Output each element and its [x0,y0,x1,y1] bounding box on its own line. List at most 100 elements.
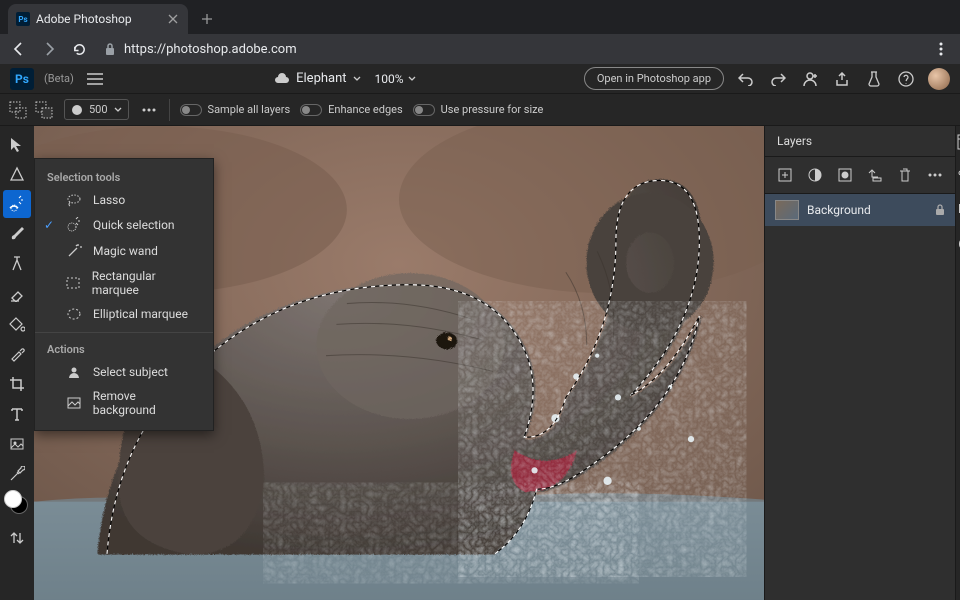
color-swatches[interactable] [4,490,30,516]
browser-address-bar: https://photoshop.adobe.com [0,34,960,64]
new-layer-button[interactable] [775,165,795,185]
adjustment-layer-button[interactable] [805,165,825,185]
checkmark-icon: ✓ [43,218,55,232]
beaker-icon[interactable] [864,69,884,89]
flyout-item-ellipse-marquee[interactable]: Elliptical marquee [35,302,213,326]
properties-panel-icon[interactable] [956,132,960,152]
toggle-icon [413,104,435,116]
adjustments-panel-icon[interactable] [956,166,960,186]
hamburger-menu-button[interactable] [84,68,106,90]
ellipse-marquee-icon [65,308,83,320]
clip-layer-button[interactable] [865,165,885,185]
fill-tool[interactable] [3,310,31,338]
back-button[interactable] [8,38,30,60]
transform-tool[interactable] [3,160,31,188]
rectangle-marquee-icon [64,277,81,289]
use-pressure-toggle[interactable]: Use pressure for size [413,103,544,116]
right-panel-group: Layers Background [764,126,960,600]
forward-button[interactable] [38,38,60,60]
url-text: https://photoshop.adobe.com [124,42,297,57]
collapsed-panels-rail [955,126,960,600]
brush-tool[interactable] [3,220,31,248]
color-picker-tool[interactable] [3,460,31,488]
flyout-item-rect-marquee[interactable]: Rectangular marquee [35,264,213,302]
flyout-item-select-subject[interactable]: Select subject [35,360,213,384]
close-tab-icon[interactable] [168,14,178,24]
doc-name-text: Elephant [296,71,346,86]
brush-size-dropdown[interactable]: 500 [64,99,129,120]
layer-name: Background [807,203,871,217]
document-name-dropdown[interactable]: Elephant [274,71,360,86]
info-panel-icon[interactable] [956,234,960,254]
browser-tab-active[interactable]: Ps Adobe Photoshop [8,4,188,34]
flyout-item-magic-wand[interactable]: Magic wand [35,238,213,264]
zoom-text: 100% [375,72,404,86]
subtract-from-selection-icon[interactable] [34,100,54,120]
layers-panel-tab[interactable]: Layers [765,126,955,157]
lock-icon [104,42,116,56]
browser-tab-strip: Ps Adobe Photoshop [0,0,960,34]
divider [169,99,170,121]
swap-colors-tool[interactable] [3,524,31,552]
place-image-tool[interactable] [3,430,31,458]
selection-tools-flyout: Selection tools Lasso ✓ Quick selection … [34,158,214,431]
magic-wand-icon [65,243,83,259]
layer-row-background[interactable]: Background [765,194,955,226]
user-avatar[interactable] [928,68,950,90]
cloud-icon [274,73,290,85]
flyout-item-remove-bg[interactable]: Remove background [35,384,213,422]
toggle-icon [300,104,322,116]
favicon-ps-icon: Ps [16,12,30,26]
select-subject-icon [65,365,83,379]
layers-panel: Layers Background [765,126,955,600]
tab-title: Adobe Photoshop [36,12,132,26]
reload-button[interactable] [68,38,90,60]
add-to-selection-icon[interactable] [8,100,28,120]
comments-panel-icon[interactable] [956,200,960,220]
flyout-item-lasso[interactable]: Lasso [35,188,213,212]
share-icon[interactable] [832,69,852,89]
flyout-section-title: Actions [35,339,213,360]
chevron-down-icon [408,76,416,82]
foreground-color-swatch[interactable] [4,490,22,508]
invite-icon[interactable] [800,69,820,89]
sample-all-layers-toggle[interactable]: Sample all layers [180,103,291,116]
url-field[interactable]: https://photoshop.adobe.com [100,42,920,57]
help-icon[interactable] [896,69,916,89]
beta-label: (Beta) [44,72,74,85]
eraser-tool[interactable] [3,280,31,308]
tool-options-bar: 500 Sample all layers Enhance edges Use … [0,94,960,126]
chevron-down-icon [114,107,122,113]
chevron-down-icon [353,76,361,82]
new-tab-button[interactable] [194,6,220,32]
delete-layer-button[interactable] [895,165,915,185]
clone-stamp-tool[interactable] [3,250,31,278]
layer-options-button[interactable] [925,165,945,185]
remove-background-icon [65,397,83,409]
app-title-bar: Ps (Beta) Elephant 100% Open in Photosho… [0,64,960,94]
flyout-item-quick-selection[interactable]: ✓ Quick selection [35,212,213,238]
type-tool[interactable] [3,400,31,428]
lasso-icon [65,193,83,207]
toggle-icon [180,104,202,116]
tool-sidebar [0,126,34,600]
canvas-area[interactable]: Selection tools Lasso ✓ Quick selection … [34,126,764,600]
layer-mask-button[interactable] [835,165,855,185]
crop-tool[interactable] [3,370,31,398]
brush-size-value: 500 [89,103,108,116]
browser-menu-button[interactable] [930,42,952,56]
enhance-edges-toggle[interactable]: Enhance edges [300,103,403,116]
quick-selection-icon [65,217,83,233]
eyedropper-tool[interactable] [3,340,31,368]
more-options-button[interactable] [139,100,159,120]
quick-selection-tool[interactable] [3,190,31,218]
flyout-section-title: Selection tools [35,167,213,188]
redo-button[interactable] [768,69,788,89]
ps-logo-icon[interactable]: Ps [10,68,34,90]
open-in-app-button[interactable]: Open in Photoshop app [584,67,724,90]
layer-thumbnail [775,200,799,220]
zoom-dropdown[interactable]: 100% [375,72,416,86]
undo-button[interactable] [736,69,756,89]
move-tool[interactable] [3,130,31,158]
lock-icon[interactable] [935,204,945,216]
